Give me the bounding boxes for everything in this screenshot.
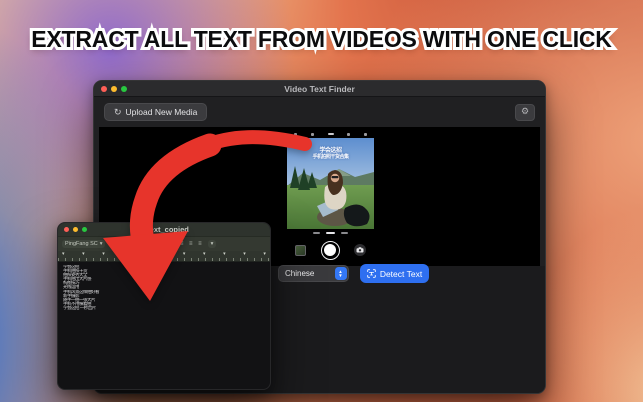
flip-camera-button <box>354 244 366 256</box>
chevron-down-icon: ▾ <box>210 241 214 247</box>
video-frame: 学会这招 手机拍照干货合集 <box>287 138 374 229</box>
text-color-well[interactable] <box>139 239 149 249</box>
detect-text-button[interactable]: Detect Text <box>360 264 429 283</box>
document-icon <box>139 226 145 233</box>
chevron-icon <box>327 133 334 135</box>
camera-top-bar <box>287 130 374 138</box>
mode-photo-selected <box>326 232 335 234</box>
flash-icon <box>294 132 297 136</box>
detect-text-label: Detect Text <box>379 268 423 279</box>
video-overlay-text-2: 手机拍照干货合集 <box>312 154 349 160</box>
timer-icon <box>347 132 351 136</box>
filter-icon <box>364 132 367 136</box>
alignment-buttons[interactable]: ≡ ≡ ≡ <box>180 241 204 247</box>
font-style-select[interactable] <box>109 240 123 248</box>
editor-text-area[interactable]: 学会这招 手机拍照干货 拍照姿势大全 手机拍出大片感 构图技巧 光线运用 手机风… <box>58 262 270 313</box>
upload-icon: ↻ <box>114 107 122 117</box>
editor-titlebar[interactable]: text_copied <box>58 223 270 236</box>
main-titlebar[interactable]: Video Text Finder <box>94 81 545 97</box>
mode-portrait <box>341 232 348 234</box>
tab-stop-markers: ▾ ▾ ▾ ▾ ▾ ▾ ▾ ▾ ▾ ▾ ▾ <box>62 251 266 257</box>
language-select-value: Chinese <box>285 269 315 278</box>
text-line: 学会这招 一秒出片 <box>63 305 96 310</box>
shutter-button <box>320 240 340 260</box>
upload-new-media-button[interactable]: ↻ Upload New Media <box>104 103 208 121</box>
gear-icon: ⚙ <box>520 105 530 116</box>
font-size-select[interactable] <box>126 240 136 248</box>
hero-headline-text: EXTRACT ALL TEXT FROM VIDEOS WITH ONE CL… <box>31 26 612 52</box>
upload-button-label: Upload New Media <box>125 107 198 117</box>
text-copied-window: text_copied PingFang SC ▾ B I U ≡ ≡ ≡ ▾ … <box>57 222 271 390</box>
live-photo-icon <box>310 132 314 136</box>
text-viewfinder-icon <box>367 269 376 278</box>
window-title: Video Text Finder <box>284 83 355 94</box>
ruler[interactable]: ▾ ▾ ▾ ▾ ▾ ▾ ▾ ▾ ▾ ▾ ▾ <box>58 251 270 262</box>
mode-video <box>313 232 320 234</box>
video-preview[interactable]: 学会这招 手机拍照干货合集 <box>287 130 374 263</box>
format-bar: PingFang SC ▾ B I U ≡ ≡ ≡ ▾ <box>58 236 270 251</box>
list-style-select[interactable]: ▾ <box>207 240 217 248</box>
chevron-down-icon: ▾ <box>99 241 103 247</box>
main-toolbar: ↻ Upload New Media ⚙ <box>94 97 545 127</box>
editor-window-title: text_copied <box>58 225 270 234</box>
settings-button[interactable]: ⚙ <box>515 103 535 121</box>
bold-italic-underline-buttons[interactable]: B I U <box>152 241 175 247</box>
camera-bottom-bar <box>287 237 374 263</box>
screenshot-stage: EXTRACT ALL TEXT FROM VIDEOS WITH ONE CL… <box>0 0 643 402</box>
camera-mode-row <box>287 229 374 237</box>
photo-thumbnail <box>295 244 306 256</box>
camera-icon <box>356 247 364 253</box>
font-family-select[interactable]: PingFang SC ▾ <box>62 240 106 248</box>
chevron-up-down-icon: ▲ ▼ <box>334 267 347 280</box>
language-select[interactable]: Chinese ▲ ▼ <box>278 265 349 282</box>
